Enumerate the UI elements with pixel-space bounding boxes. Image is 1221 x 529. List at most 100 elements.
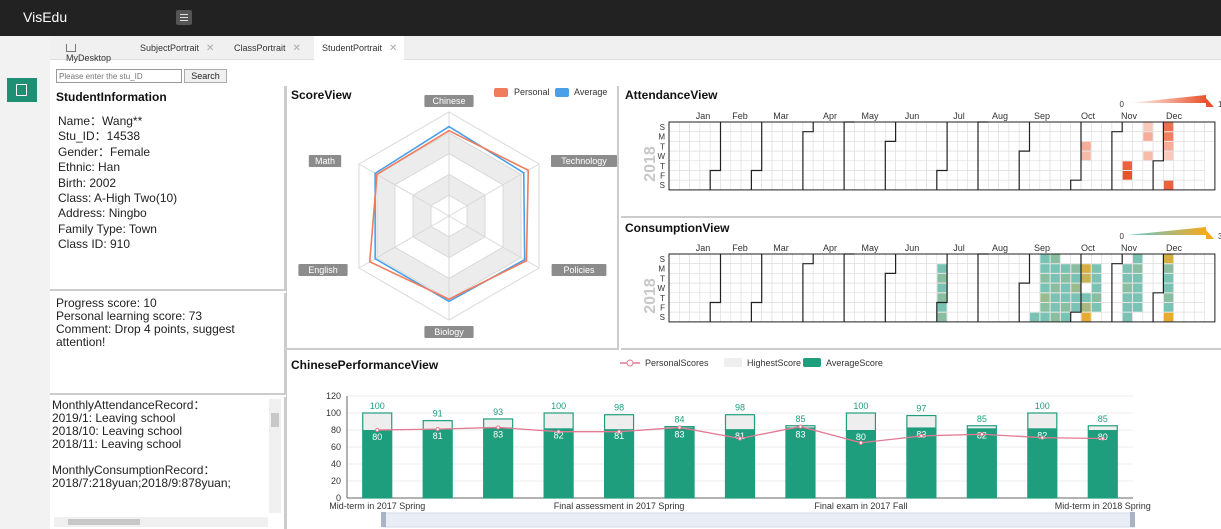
attendance-day-cell — [823, 150, 835, 162]
portrait-module-icon[interactable] — [7, 78, 37, 102]
attendance-day-cell — [926, 179, 938, 191]
scrollbar-thumb[interactable] — [271, 413, 279, 427]
attendance-day-cell — [895, 179, 907, 191]
attendance-day-cell — [895, 160, 907, 171]
close-icon[interactable]: ✕ — [293, 43, 301, 54]
consumption-active-cell — [1133, 293, 1143, 302]
consumption-month-label: Dec — [1166, 243, 1183, 253]
attendance-day-cell — [905, 121, 917, 132]
consumption-day-cell — [884, 311, 896, 323]
student-id-input[interactable] — [56, 69, 182, 83]
consumption-day-cell — [864, 302, 876, 313]
tab-bar: MyDesktop SubjectPortrait ✕ ClassPortrait… — [50, 36, 1221, 63]
attendance-day-cell — [998, 150, 1010, 162]
consumption-day-cell — [957, 263, 968, 274]
attendance-day-cell — [1018, 150, 1030, 162]
consumption-month-label: Feb — [732, 243, 748, 253]
tab-subject-portrait[interactable]: SubjectPortrait ✕ — [132, 36, 214, 60]
attendance-day-cell — [771, 170, 783, 181]
attendance-day-cell — [1070, 170, 1082, 181]
hamburger-menu-icon[interactable] — [176, 10, 192, 25]
attendance-day-cell — [751, 150, 762, 162]
consumption-day-cell — [1101, 273, 1113, 284]
consumption-day-cell — [1152, 292, 1164, 303]
close-icon[interactable]: ✕ — [389, 43, 397, 54]
consumption-active-cell — [1091, 293, 1102, 302]
average-score-label: 83 — [675, 429, 685, 439]
tab-my-desktop[interactable]: MyDesktop — [58, 36, 130, 63]
tab-class-portrait[interactable]: ClassPortrait ✕ — [226, 36, 306, 60]
consumption-day-cell — [998, 263, 1010, 274]
attendance-day-cell — [1204, 121, 1216, 132]
search-button[interactable]: Search — [184, 69, 227, 83]
attendance-day-cell — [936, 150, 948, 162]
consumption-scale-bar — [1128, 227, 1206, 235]
attendance-day-cell — [740, 170, 752, 181]
consumption-day-cell — [668, 273, 680, 284]
consumption-day-cell — [1152, 253, 1164, 264]
attendance-day-cell — [1049, 179, 1061, 191]
consumption-day-cell — [771, 292, 783, 303]
data-zoom-handle-left[interactable] — [381, 512, 386, 527]
consumption-day-cell — [977, 302, 989, 313]
consumption-day-cell — [946, 292, 958, 303]
attendance-view-panel: AttendanceView 2018 Jan Feb Mar Apr May Jun Jul… — [621, 86, 1221, 218]
attendance-day-cell — [926, 121, 938, 132]
consumption-day-cell — [946, 253, 958, 264]
consumption-day-cell — [987, 253, 999, 264]
attendance-day-cell — [751, 141, 762, 152]
consumption-active-cell — [1081, 264, 1091, 273]
tab-student-portrait[interactable]: StudentPortrait ✕ — [314, 36, 404, 60]
attendance-day-cell — [884, 160, 896, 171]
consumption-active-cell — [937, 273, 947, 283]
consumption-active-cell — [1091, 264, 1102, 273]
consumption-day-cell — [709, 311, 721, 323]
attendance-day-cell — [751, 179, 762, 191]
consumption-month-label: Apr — [823, 243, 837, 253]
attendance-day-cell — [1121, 131, 1133, 142]
highest-score-label: 100 — [370, 401, 385, 411]
data-zoom-handle-right[interactable] — [1130, 512, 1135, 527]
consumption-day-cell — [864, 292, 876, 303]
consumption-active-cell — [1133, 254, 1143, 264]
highest-score-label: 85 — [977, 414, 987, 424]
consumption-day-cell — [987, 273, 999, 284]
consumption-day-cell — [884, 282, 896, 294]
consumption-day-cell — [1111, 311, 1123, 323]
consumption-day-cell — [833, 302, 845, 313]
consumption-day-cell — [1152, 282, 1164, 294]
consumption-day-cell — [812, 302, 824, 313]
chinese-performance-chart: PersonalScores HighestScore AverageScore02… — [326, 358, 1151, 528]
attendance-day-cell — [802, 160, 814, 171]
consumption-day-cell — [720, 302, 732, 313]
consumption-day-cell — [740, 282, 752, 294]
close-icon[interactable]: ✕ — [206, 43, 214, 54]
attendance-day-cell — [1090, 141, 1102, 152]
consumption-day-cell — [812, 273, 824, 284]
attendance-day-cell — [987, 170, 999, 181]
consumption-day-cell — [1193, 253, 1205, 264]
consumption-day-cell — [843, 263, 855, 274]
attendance-day-cell — [1090, 179, 1102, 191]
x-tick-label: Mid-term in 2017 Spring — [329, 501, 425, 511]
attendance-day-cell — [957, 160, 968, 171]
consumption-active-cell — [1050, 264, 1060, 273]
consumption-day-cell — [1173, 253, 1185, 264]
consumption-active-cell — [1060, 312, 1071, 322]
attendance-day-label: S — [660, 123, 665, 132]
attendance-day-cell — [1101, 121, 1113, 132]
attendance-active-cell — [1143, 122, 1153, 132]
attendance-day-cell — [1183, 131, 1195, 142]
attendance-day-cell — [812, 170, 824, 181]
records-vertical-scrollbar[interactable] — [269, 399, 281, 513]
attendance-day-cell — [699, 131, 711, 142]
data-zoom-track — [383, 512, 1135, 528]
attendance-day-cell — [864, 131, 876, 142]
records-lines: MonthlyAttendanceRecord： 2019/1: Leaving… — [52, 399, 231, 490]
info-stu-id: Stu_ID：14538 — [58, 129, 141, 144]
scrollbar-thumb[interactable] — [68, 519, 140, 525]
records-horizontal-scrollbar[interactable] — [54, 517, 268, 527]
attendance-day-cell — [1090, 170, 1102, 181]
consumption-month-label: Oct — [1081, 243, 1096, 253]
consumption-day-cell — [884, 273, 896, 284]
